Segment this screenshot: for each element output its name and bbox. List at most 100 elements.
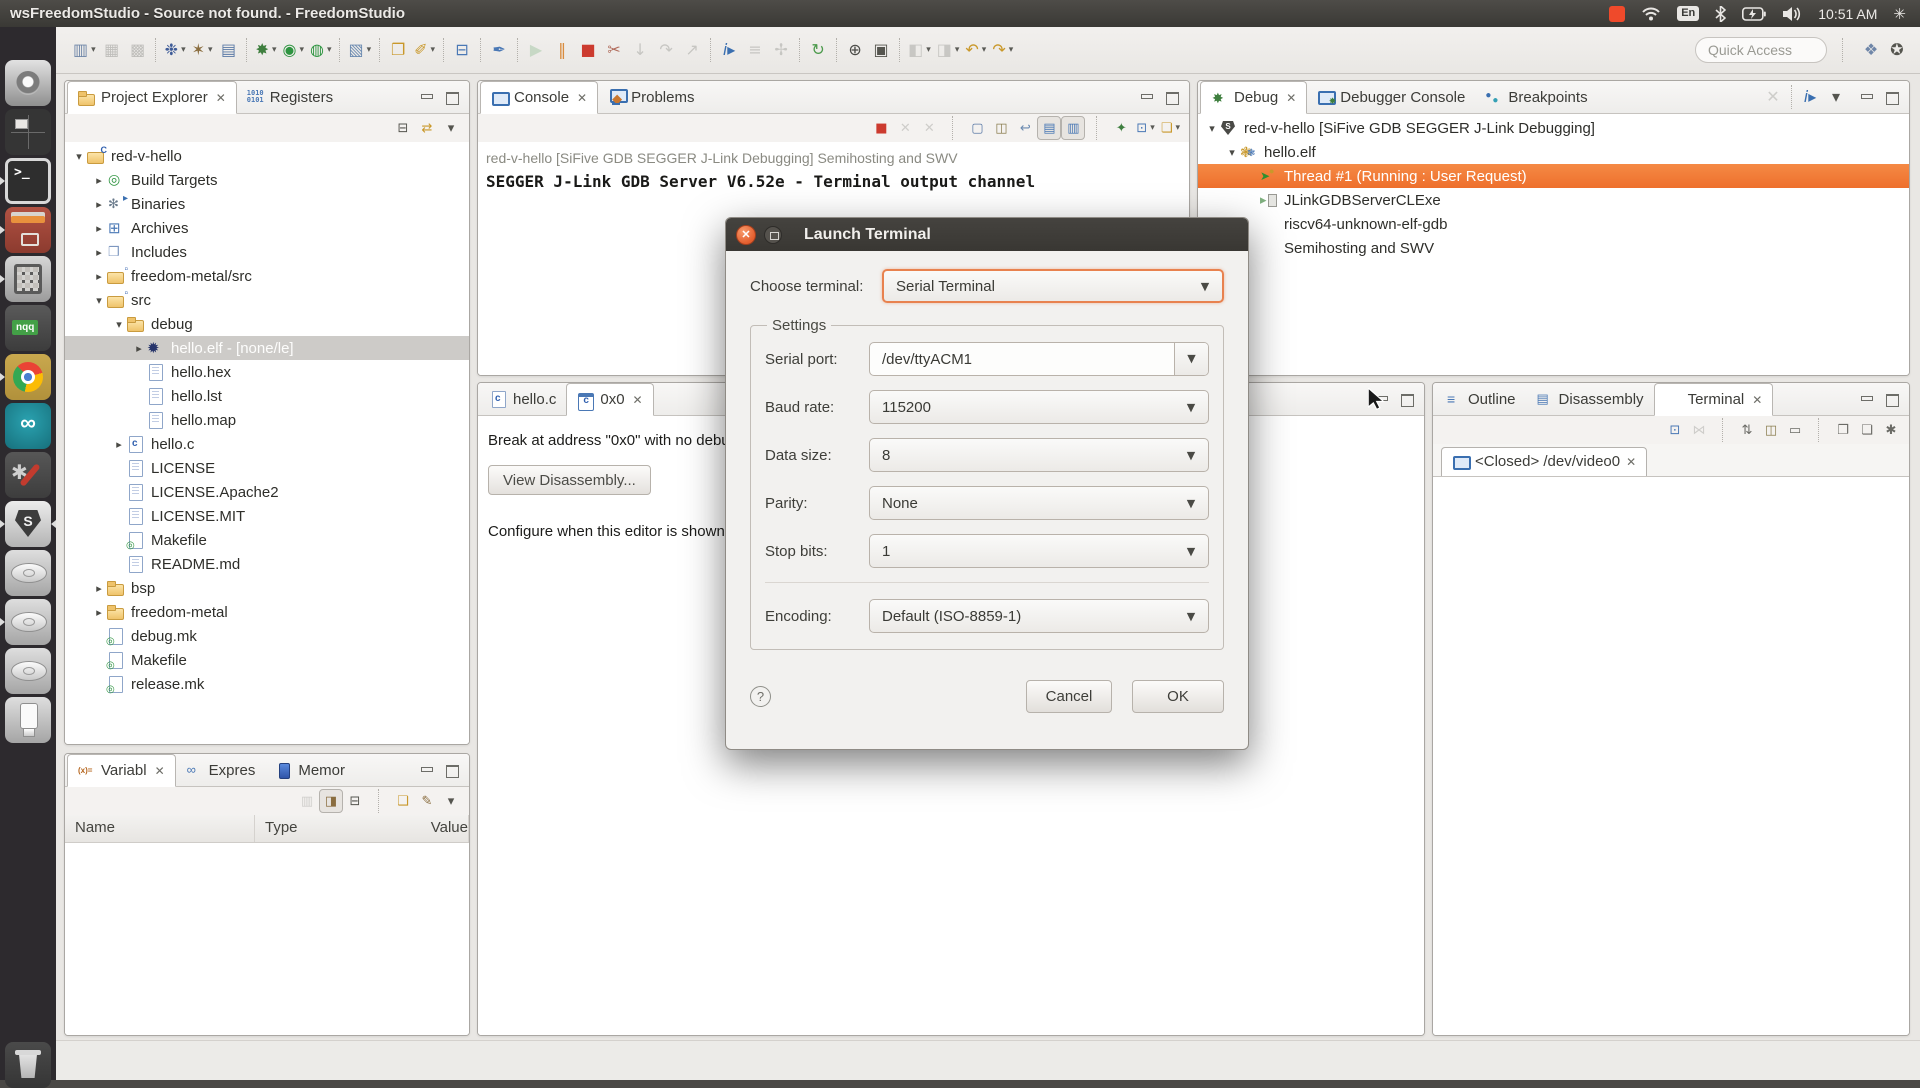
dialog-restore-button[interactable]: [764, 225, 782, 244]
maximize-view-button[interactable]: [443, 762, 461, 778]
editor-tab[interactable]: hello.c ✕: [480, 383, 566, 415]
pin-console-button[interactable]: ✦▾: [1109, 116, 1133, 140]
show-full-paths-button[interactable]: ≡▾: [742, 35, 768, 65]
field-select[interactable]: 8 ▼: [869, 438, 1209, 472]
view-tab[interactable]: Outline ✕: [1435, 383, 1526, 415]
collapse-all-button[interactable]: ⊟: [391, 116, 415, 140]
tree-item[interactable]: release.mk: [65, 672, 469, 696]
collapse-all-button[interactable]: ⊟: [343, 789, 367, 813]
tree-item[interactable]: Includes: [65, 240, 469, 264]
open-console-button[interactable]: ❏ ▾: [1158, 116, 1183, 140]
display-console-button[interactable]: ⊡ ▾: [1133, 116, 1157, 140]
paste-button[interactable]: ❏: [1855, 418, 1879, 442]
tree-item[interactable]: hello.hex: [65, 360, 469, 384]
debug-tree-item[interactable]: Semihosting and SWV: [1198, 236, 1909, 260]
show-logical-structures-button[interactable]: ◨: [319, 789, 343, 813]
tree-item[interactable]: hello.elf - [none/le]: [65, 336, 469, 360]
connect-terminal-button[interactable]: ⊡: [1663, 418, 1687, 442]
debug-config-button[interactable]: ❉ ▾: [162, 35, 189, 65]
view-tab[interactable]: Registers ✕: [237, 81, 343, 113]
field-select[interactable]: 115200 ▼: [869, 390, 1209, 424]
field-select[interactable]: None ▼: [869, 486, 1209, 520]
view-tab[interactable]: Project Explorer ✕: [67, 81, 237, 114]
view-tab[interactable]: Debug ✕: [1200, 81, 1308, 114]
terminal-session-tab[interactable]: <Closed> /dev/video0 ✕: [1441, 447, 1648, 476]
freedomstudio-segger-icon[interactable]: [0, 501, 56, 547]
forward-history-button[interactable]: ↷ ▾: [989, 35, 1016, 65]
close-tab-icon[interactable]: ✕: [1286, 91, 1296, 105]
word-wrap-button[interactable]: ↩▾: [1013, 116, 1037, 140]
back-history-button[interactable]: ↶ ▾: [962, 35, 989, 65]
disk-2-icon[interactable]: [0, 599, 51, 645]
terminate-console-button[interactable]: ■▾: [869, 116, 893, 140]
debug-tree-item[interactable]: hello.elf: [1198, 140, 1909, 164]
close-tab-icon[interactable]: ✕: [577, 91, 587, 105]
save-button[interactable]: ▦▾: [99, 35, 125, 65]
run-button[interactable]: ◉ ▾: [279, 35, 307, 65]
command-input-button[interactable]: ▭: [1783, 418, 1807, 442]
debug-tree-item[interactable]: riscv64-unknown-elf-gdb: [1198, 212, 1909, 236]
ubuntu-dash-icon[interactable]: [5, 60, 51, 106]
open-element-button[interactable]: ❐▾: [385, 35, 411, 65]
external-tools-button[interactable]: ▧ ▾: [345, 35, 374, 65]
view-menu-button[interactable]: ▾: [439, 116, 463, 140]
field-select[interactable]: 1 ▼: [869, 534, 1209, 568]
choose-terminal-select[interactable]: Serial Terminal ▼: [882, 269, 1224, 303]
view-tab[interactable]: Problems ✕: [598, 81, 704, 113]
encoding-select[interactable]: Default (ISO-8859-1) ▼: [869, 599, 1209, 633]
view-disassembly-button[interactable]: View Disassembly...: [488, 465, 651, 495]
tree-item[interactable]: freedom-metal: [65, 600, 469, 624]
terminal-settings-button[interactable]: ✱: [1879, 418, 1903, 442]
session-gear-icon[interactable]: ✳: [1893, 5, 1906, 23]
disk-1-icon[interactable]: [5, 550, 51, 596]
tree-item[interactable]: debug.mk: [65, 624, 469, 648]
show-types-button[interactable]: ▥: [295, 789, 319, 813]
debug-tree-item[interactable]: JLinkGDBServerCLExe: [1198, 188, 1909, 212]
terminal-icon[interactable]: [0, 158, 51, 204]
tree-item[interactable]: LICENSE.MIT: [65, 504, 469, 528]
view-menu-button[interactable]: ▾: [439, 789, 463, 813]
close-tab-icon[interactable]: ✕: [633, 393, 643, 407]
debug-tree-item[interactable]: red-v-hello [SiFive GDB SEGGER J-Link De…: [1198, 116, 1909, 140]
binary-file-button[interactable]: ▤▾: [216, 35, 242, 65]
edit-expression-button[interactable]: ✎: [415, 789, 439, 813]
copy-button[interactable]: ❐: [1831, 418, 1855, 442]
tree-item[interactable]: Makefile: [65, 528, 469, 552]
instruction-stepping-toggle[interactable]: i▸: [1797, 82, 1823, 112]
tree-item[interactable]: Build Targets: [65, 168, 469, 192]
reset-board-button[interactable]: ⊕▾: [842, 35, 868, 65]
tree-item[interactable]: Binaries: [65, 192, 469, 216]
scroll-lock-button[interactable]: ◫▾: [989, 116, 1013, 140]
close-tab-icon[interactable]: ✕: [1752, 393, 1762, 407]
close-terminal-icon[interactable]: ✕: [1626, 455, 1636, 469]
remove-all-launches-button[interactable]: ✕▾: [917, 116, 941, 140]
minimize-view-button[interactable]: [1857, 391, 1875, 407]
view-tab[interactable]: Memor ✕: [265, 754, 355, 786]
step-filters-button[interactable]: ✢▾: [768, 35, 794, 65]
view-tab[interactable]: Console ✕: [480, 81, 599, 114]
step-return-button[interactable]: ↗▾: [679, 35, 705, 65]
arduino-icon[interactable]: [5, 403, 51, 449]
scroll-lock-button[interactable]: ◫: [1759, 418, 1783, 442]
keyboard-layout-indicator[interactable]: En: [1677, 6, 1700, 21]
field-select[interactable]: /dev/ttyACM1 ▼: [869, 342, 1209, 376]
profile-button[interactable]: ◍ ▾: [307, 35, 335, 65]
dialog-close-button[interactable]: ✕: [736, 224, 756, 245]
editor-tab[interactable]: 0x0 ✕: [566, 383, 654, 416]
tree-item[interactable]: hello.c: [65, 432, 469, 456]
view-tab[interactable]: Breakpoints ✕: [1475, 81, 1597, 113]
minimize-view-button[interactable]: [1137, 89, 1155, 105]
workspace-switcher-icon[interactable]: [5, 109, 51, 155]
debug-perspective-button[interactable]: ✪▾: [1884, 35, 1910, 65]
mark-occurrences-button[interactable]: ✐ ▾: [411, 35, 438, 65]
close-tab-icon[interactable]: ✕: [155, 764, 165, 778]
view-menu-button[interactable]: ▾: [1823, 82, 1849, 112]
remove-all-terminated-button[interactable]: ✕: [1760, 82, 1786, 112]
clear-console-button[interactable]: ▢▾: [965, 116, 989, 140]
debug-tree-item[interactable]: Thread #1 (Running : User Request): [1198, 164, 1909, 188]
tree-item[interactable]: bsp: [65, 576, 469, 600]
recording-indicator-icon[interactable]: [1609, 5, 1626, 22]
wifi-icon[interactable]: [1641, 6, 1661, 21]
annotation-pen-button[interactable]: ✒▾: [486, 35, 512, 65]
maximize-view-button[interactable]: [1883, 89, 1901, 105]
